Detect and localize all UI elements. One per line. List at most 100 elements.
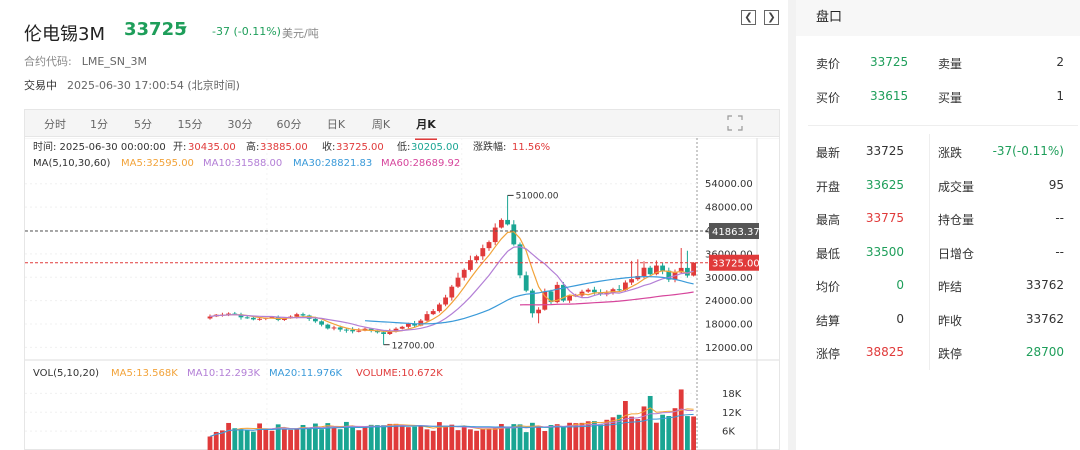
ma30-line	[364, 275, 694, 325]
tab-1min[interactable]: 1分	[89, 116, 109, 132]
quote-label: 涨停	[816, 347, 841, 361]
volume-bar	[641, 406, 647, 450]
volume-bar	[387, 423, 393, 450]
column-divider	[929, 134, 930, 370]
quote-label: 最高	[816, 213, 841, 227]
candle	[511, 224, 517, 245]
candle	[461, 269, 467, 278]
candle	[585, 289, 591, 292]
status-line: 交易中 2025-06-30 17:00:54 (北京时间)	[24, 77, 240, 93]
candle	[691, 262, 696, 276]
volume-bar	[542, 431, 548, 450]
fullscreen-icon[interactable]	[727, 115, 743, 131]
info-close-label: 收:	[322, 140, 335, 153]
ma30-value: MA30:28821.83	[293, 158, 372, 169]
candle	[480, 248, 486, 257]
candle	[350, 330, 355, 332]
quote-page: 伦电锡3M 33725 ⯆ -37 (-0.11%) 美元/吨 ❮ ❯ 合约代码…	[0, 0, 1080, 450]
tab-5min[interactable]: 5分	[133, 116, 153, 132]
down-arrow-icon: ⯆	[180, 24, 188, 35]
quote-label: 跌停	[938, 347, 963, 361]
candle	[399, 326, 405, 329]
ask-volume-label: 卖量	[938, 57, 963, 71]
info-low: 30205.00	[411, 142, 459, 153]
candle	[629, 279, 634, 283]
volume-bar	[492, 428, 498, 450]
price-tick-label: 30000.00	[705, 273, 753, 284]
volume-bar	[480, 429, 486, 450]
candle	[616, 289, 622, 291]
candle	[443, 297, 448, 305]
quote-label: 昨收	[938, 313, 963, 328]
candle	[294, 314, 300, 317]
ask-price: 33725	[870, 55, 909, 69]
candle	[567, 295, 572, 301]
order-book-panel: 盘口 卖价 33725 卖量 2 买价 33615 买量 1 最新 33725 涨跌…	[788, 0, 1080, 450]
quote-label: 最新	[816, 146, 841, 160]
tab-monthly[interactable]: 月K	[415, 116, 437, 140]
kline-chart[interactable]: 时间: 2025-06-30 00:00:00 开: 30435.00 高: 3…	[25, 138, 779, 450]
min-marker-label: 12700.00	[392, 342, 435, 352]
candle	[474, 256, 479, 261]
candle	[523, 275, 529, 291]
vol-ma10: MA10:12.293K	[187, 368, 261, 379]
volume-bar	[685, 416, 690, 450]
tab-30min[interactable]: 30分	[227, 116, 253, 132]
candle	[424, 314, 430, 321]
ma60-value: MA60:28689.92	[381, 158, 460, 169]
ma5-line	[209, 231, 694, 333]
tab-intraday[interactable]: 分时	[43, 116, 67, 132]
tab-15min[interactable]: 15分	[177, 116, 203, 132]
quote-value: 28700	[1025, 345, 1064, 359]
volume-bar	[585, 421, 591, 450]
max-marker-label: 51000.00	[516, 191, 559, 201]
volume-bar	[486, 429, 492, 450]
volume-bar	[647, 395, 653, 450]
volume-bar	[399, 425, 405, 450]
volume-bar	[257, 423, 262, 450]
candle	[647, 267, 653, 275]
next-arrow-icon[interactable]: ❯	[764, 10, 779, 25]
volume-bar	[455, 430, 461, 450]
candle	[499, 219, 504, 228]
bid-volume-label: 买量	[938, 91, 963, 105]
ma10-value: MA10:31588.00	[203, 158, 282, 169]
volume-bar	[678, 389, 684, 450]
quote-value: 95	[1048, 177, 1064, 192]
crosshair-price: 41863.37	[712, 227, 760, 238]
quote-label: 最低	[816, 246, 841, 261]
price-tick-label: 24000.00	[705, 296, 753, 307]
candle	[406, 323, 411, 327]
prev-arrow-icon[interactable]: ❮	[741, 10, 756, 25]
info-low-label: 低:	[397, 140, 410, 153]
trading-status: 交易中	[24, 79, 57, 92]
volume-bar	[561, 426, 566, 450]
tab-daily[interactable]: 日K	[325, 116, 347, 132]
quote-value: -37(-0.11%)	[992, 144, 1064, 158]
candle	[685, 267, 690, 276]
vol-ma20: MA20:11.976K	[269, 368, 343, 379]
quote-value: 38825	[865, 345, 904, 359]
volume-bar	[505, 427, 510, 450]
candle	[251, 317, 256, 320]
volume-bar	[523, 432, 529, 450]
candle	[660, 265, 665, 271]
price-tick-label: 18000.00	[705, 320, 753, 331]
volume-bar	[666, 416, 672, 450]
volume-bar	[418, 426, 424, 450]
last-price-tag: 33725.00	[712, 259, 760, 270]
candle	[257, 318, 262, 320]
price-tick-label: 54000.00	[705, 179, 753, 190]
candle	[331, 327, 337, 329]
quote-value: 33625	[865, 177, 904, 192]
volume-bar	[691, 416, 696, 450]
candle	[300, 314, 306, 316]
quote-value: 33762	[1025, 278, 1064, 292]
tab-weekly[interactable]: 周K	[370, 116, 392, 132]
volume-bar	[598, 424, 603, 450]
volume-bar	[375, 425, 380, 450]
volume-bar	[282, 429, 287, 450]
quote-label: 涨跌	[938, 146, 963, 160]
volume-bar	[672, 408, 678, 450]
tab-60min[interactable]: 60分	[276, 116, 302, 132]
